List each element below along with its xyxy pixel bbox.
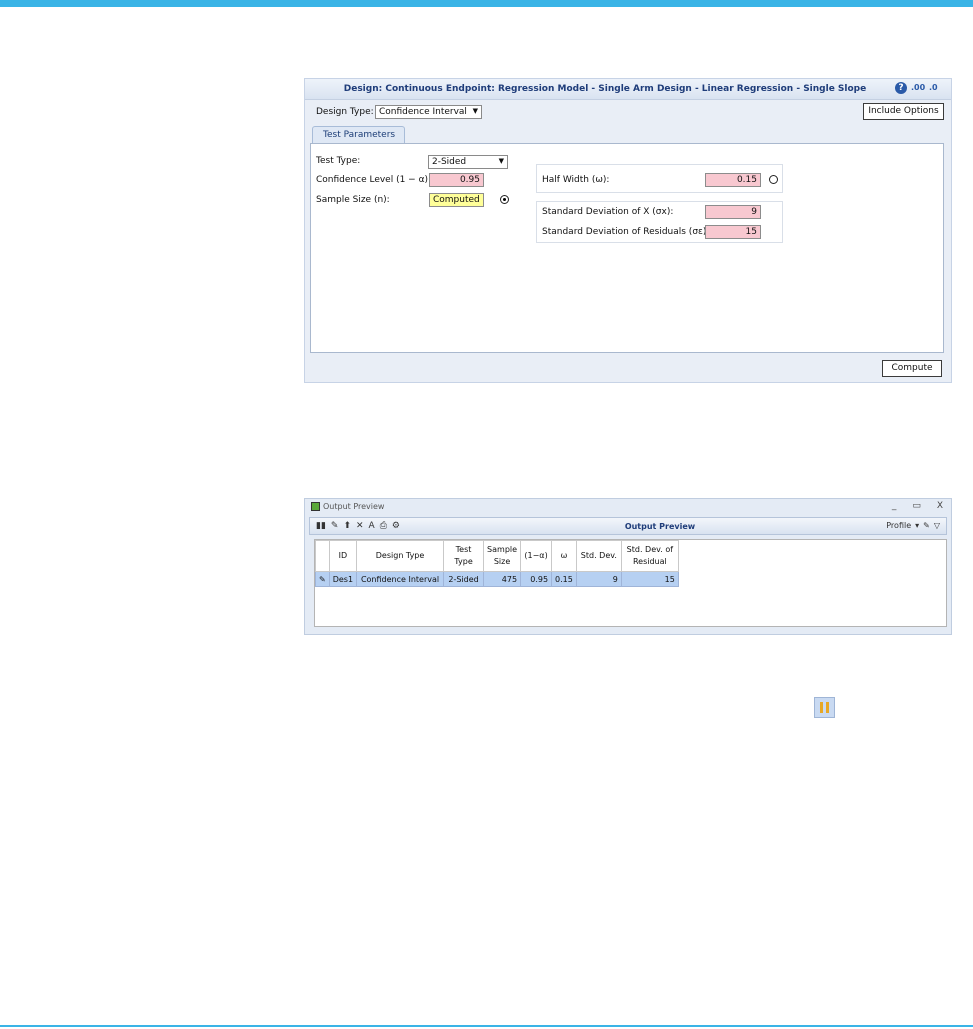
sd-resid-input[interactable]: 15 bbox=[705, 225, 761, 239]
chevron-down-icon: ▼ bbox=[472, 107, 478, 115]
sample-size-label: Sample Size (n): bbox=[316, 195, 390, 205]
confidence-level-label: Confidence Level (1 − α): bbox=[316, 175, 432, 185]
test-type-label: Test Type: bbox=[316, 156, 361, 166]
cell-sd: 9 bbox=[575, 571, 622, 587]
table-header-row: ID Design Type Test Type Sample Size (1−… bbox=[315, 540, 679, 572]
compute-button[interactable]: Compute bbox=[882, 360, 942, 377]
output-table: ID Design Type Test Type Sample Size (1−… bbox=[314, 539, 947, 627]
test-type-select[interactable]: 2-Sided ▼ bbox=[428, 155, 508, 169]
output-toolbar: ▮▮ ✎ ⬆ ✕ A ⎙ ⚙ Output Preview Profile ▾ … bbox=[309, 517, 947, 535]
col-conf[interactable]: (1−α) bbox=[520, 540, 553, 572]
confidence-level-input[interactable]: 0.95 bbox=[429, 173, 484, 187]
test-type-value: 2-Sided bbox=[432, 157, 467, 167]
chevron-down-icon: ▼ bbox=[498, 157, 504, 165]
filter-icon[interactable]: ▽ bbox=[934, 521, 940, 530]
cell-test-type: 2-Sided bbox=[443, 571, 485, 587]
col-design-type[interactable]: Design Type bbox=[356, 540, 445, 572]
cell-omega: 0.15 bbox=[551, 571, 577, 587]
close-button[interactable]: X bbox=[937, 501, 943, 511]
chevron-down-icon[interactable]: ▾ bbox=[915, 521, 919, 530]
half-width-radio[interactable] bbox=[769, 175, 778, 184]
design-type-label: Design Type: bbox=[316, 107, 374, 117]
cell-design-type: Confidence Interval bbox=[356, 571, 445, 587]
decimal-decrease-icon[interactable]: .0 bbox=[929, 82, 943, 94]
bottom-accent-line bbox=[0, 1025, 973, 1027]
help-icon[interactable]: ? bbox=[895, 82, 907, 94]
design-type-select[interactable]: Confidence Interval ▼ bbox=[375, 105, 482, 119]
col-sd-resid[interactable]: Std. Dev. of Residual bbox=[620, 540, 679, 572]
sd-resid-label: Standard Deviation of Residuals (σε): bbox=[542, 227, 710, 237]
tab-test-parameters[interactable]: Test Parameters bbox=[312, 126, 405, 144]
decimal-increase-icon[interactable]: .00 bbox=[911, 82, 925, 94]
top-accent-bar bbox=[0, 0, 973, 7]
profile-menu[interactable]: Profile bbox=[886, 521, 911, 530]
col-omega[interactable]: ω bbox=[551, 540, 577, 572]
include-options-button[interactable]: Include Options bbox=[863, 103, 944, 120]
design-titlebar: Design: Continuous Endpoint: Regression … bbox=[305, 79, 951, 100]
col-sd[interactable]: Std. Dev. bbox=[575, 540, 622, 572]
design-type-value: Confidence Interval bbox=[379, 107, 467, 117]
col-test-type[interactable]: Test Type bbox=[443, 540, 485, 572]
half-width-label: Half Width (ω): bbox=[542, 175, 610, 185]
output-preview-window: Output Preview _ ▭ X ▮▮ ✎ ⬆ ✕ A ⎙ ⚙ Outp… bbox=[304, 498, 952, 635]
cell-id: Des1 bbox=[328, 571, 358, 587]
design-title: Design: Continuous Endpoint: Regression … bbox=[343, 84, 867, 94]
row-indicator-header bbox=[315, 540, 330, 572]
maximize-button[interactable]: ▭ bbox=[912, 501, 921, 511]
cell-sd-resid: 15 bbox=[620, 571, 679, 587]
cell-sample-size: 475 bbox=[483, 571, 522, 587]
output-window-title: Output Preview bbox=[323, 502, 385, 511]
output-toolbar-title: Output Preview bbox=[624, 522, 696, 531]
minimize-button[interactable]: _ bbox=[892, 501, 897, 511]
window-icon bbox=[311, 502, 320, 511]
cell-conf: 0.95 bbox=[520, 571, 553, 587]
row-edit-icon[interactable]: ✎ bbox=[315, 571, 330, 587]
table-row[interactable]: ✎ Des1 Confidence Interval 2-Sided 475 0… bbox=[315, 571, 679, 587]
sample-size-input[interactable]: Computed bbox=[429, 193, 484, 207]
edit-icon[interactable]: ✎ bbox=[923, 521, 930, 530]
output-preview-toolbar-icon[interactable] bbox=[814, 697, 835, 718]
col-id[interactable]: ID bbox=[328, 540, 358, 572]
col-sample-size[interactable]: Sample Size bbox=[483, 540, 522, 572]
sd-x-input[interactable]: 9 bbox=[705, 205, 761, 219]
sd-x-label: Standard Deviation of X (σx): bbox=[542, 207, 674, 217]
half-width-input[interactable]: 0.15 bbox=[705, 173, 761, 187]
sample-size-radio[interactable] bbox=[500, 195, 509, 204]
